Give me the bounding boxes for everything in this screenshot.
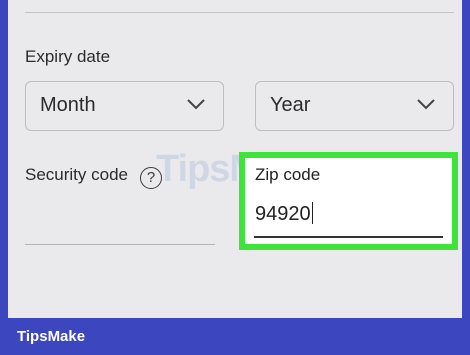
help-circle-icon[interactable]: ? bbox=[140, 167, 162, 189]
brand-logo: TipsMake bbox=[17, 328, 86, 345]
year-select-value: Year bbox=[270, 94, 311, 116]
security-code-field[interactable] bbox=[25, 244, 215, 245]
month-select[interactable]: Month bbox=[25, 81, 224, 131]
chevron-down-icon bbox=[417, 99, 435, 110]
security-code-label: Security code bbox=[25, 165, 128, 184]
chevron-down-icon bbox=[187, 99, 205, 110]
zip-code-label: Zip code bbox=[255, 165, 321, 184]
year-select[interactable]: Year bbox=[255, 81, 454, 131]
zip-code-underline bbox=[254, 236, 443, 238]
zip-code-field[interactable]: Zip code 94920 bbox=[239, 152, 458, 250]
divider bbox=[25, 12, 454, 13]
zip-code-input[interactable]: 94920 bbox=[255, 202, 313, 226]
zip-code-value: 94920 bbox=[255, 203, 311, 225]
month-select-value: Month bbox=[40, 94, 96, 116]
text-cursor bbox=[311, 202, 313, 224]
footer-bar: TipsMake bbox=[0, 318, 470, 355]
expiry-date-label: Expiry date bbox=[25, 47, 111, 66]
